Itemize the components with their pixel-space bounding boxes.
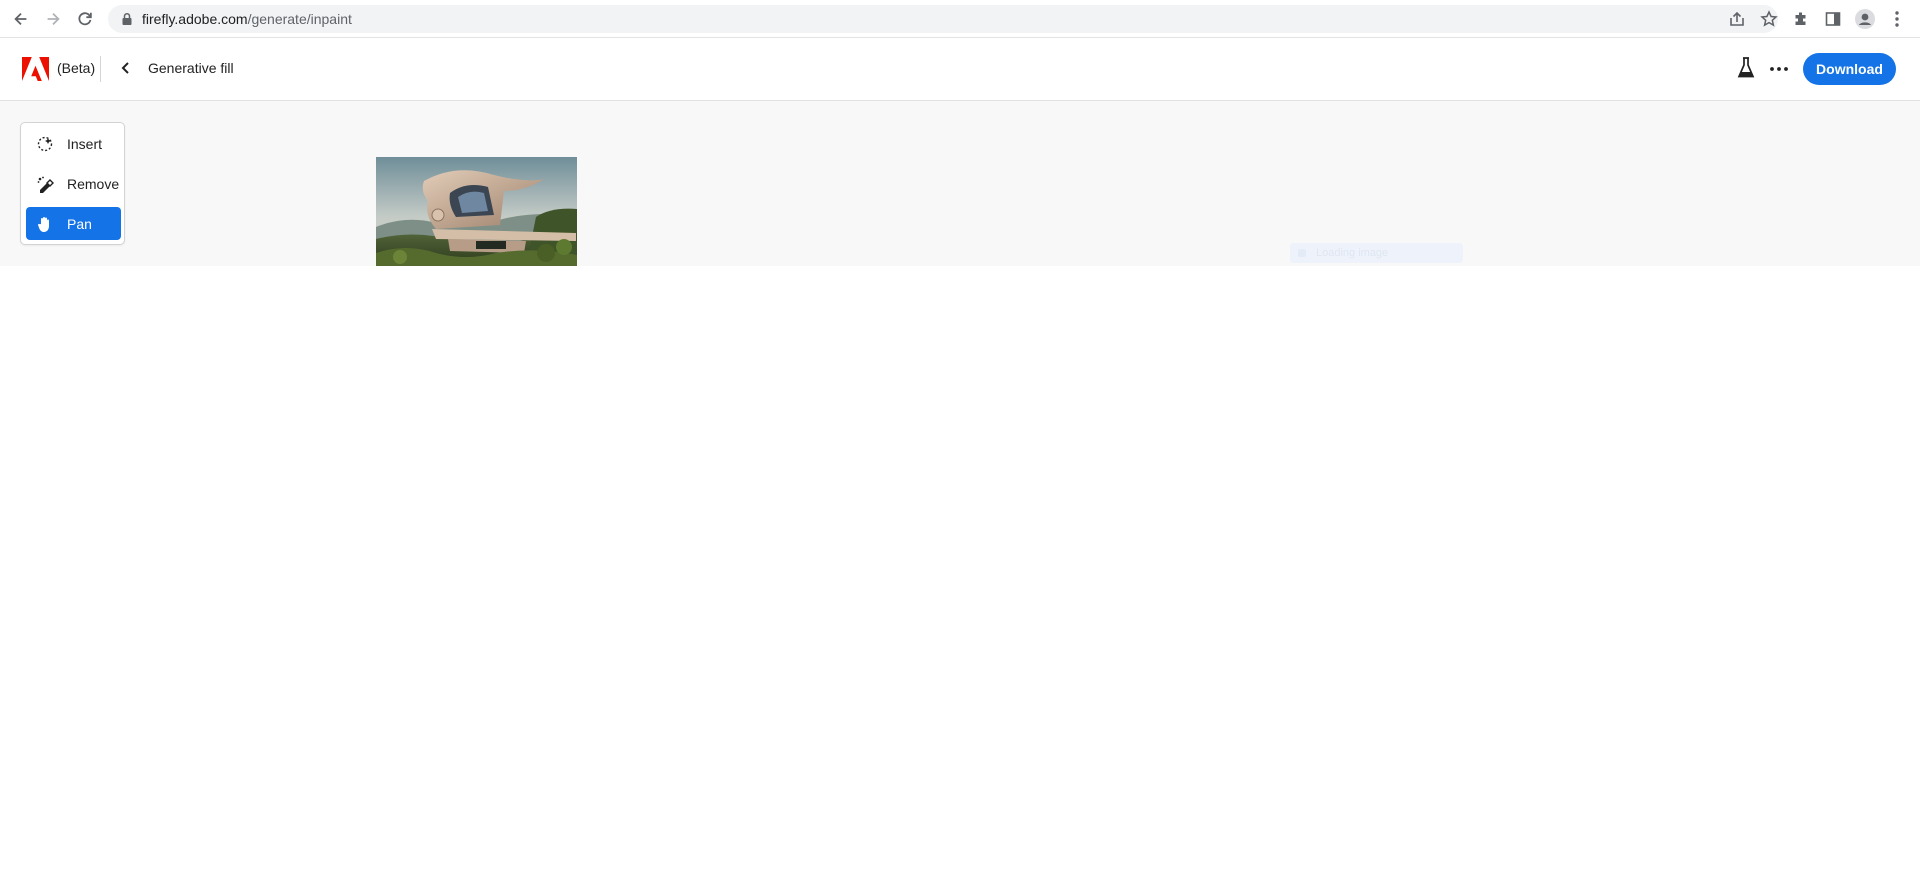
extensions-icon[interactable] xyxy=(1791,9,1811,29)
canvas-workspace[interactable] xyxy=(0,101,1920,266)
loading-label: Loading image xyxy=(1316,247,1389,259)
profile-avatar-icon[interactable] xyxy=(1855,9,1875,29)
pan-tool-button[interactable]: Pan xyxy=(26,207,121,240)
browser-toolbar: firefly.adobe.com/generate/inpaint xyxy=(0,0,1920,38)
adobe-logo-icon[interactable] xyxy=(22,57,49,81)
remove-tool-label: Remove xyxy=(67,175,120,192)
reload-icon[interactable] xyxy=(74,8,96,30)
labs-flask-icon[interactable] xyxy=(1736,56,1756,80)
side-panel-icon[interactable] xyxy=(1823,9,1843,29)
back-arrow-icon[interactable] xyxy=(10,8,32,30)
remove-tool-button[interactable]: Remove xyxy=(26,167,121,200)
url-text: firefly.adobe.com/generate/inpaint xyxy=(142,11,352,27)
url-host: firefly.adobe.com xyxy=(142,11,248,27)
more-options-icon[interactable] xyxy=(1768,58,1790,80)
url-path: /generate/inpaint xyxy=(247,11,352,27)
download-button[interactable]: Download xyxy=(1803,53,1896,85)
insert-tool-label: Insert xyxy=(67,135,103,152)
tool-panel: Insert Remove Pan xyxy=(20,122,125,245)
share-icon[interactable] xyxy=(1728,10,1746,28)
lock-icon xyxy=(122,12,132,25)
address-bar[interactable]: firefly.adobe.com/generate/inpaint xyxy=(108,5,1778,33)
hand-icon xyxy=(36,215,54,233)
pan-tool-label: Pan xyxy=(67,215,92,232)
loading-dot-icon xyxy=(1298,249,1306,257)
header-divider xyxy=(100,56,101,82)
insert-tool-button[interactable]: Insert xyxy=(26,127,121,160)
bookmark-star-icon[interactable] xyxy=(1760,10,1778,28)
eraser-icon xyxy=(36,175,54,193)
loading-indicator: Loading image xyxy=(1290,243,1463,263)
beta-badge: (Beta) xyxy=(57,60,96,76)
browser-menu-icon[interactable] xyxy=(1887,9,1907,29)
chevron-left-icon[interactable] xyxy=(117,59,135,77)
forward-arrow-icon[interactable] xyxy=(42,8,64,30)
canvas-image[interactable] xyxy=(376,157,577,266)
app-header: (Beta) Generative fill Download xyxy=(0,38,1920,101)
page-title: Generative fill xyxy=(148,60,234,76)
insert-brush-icon xyxy=(36,135,54,153)
